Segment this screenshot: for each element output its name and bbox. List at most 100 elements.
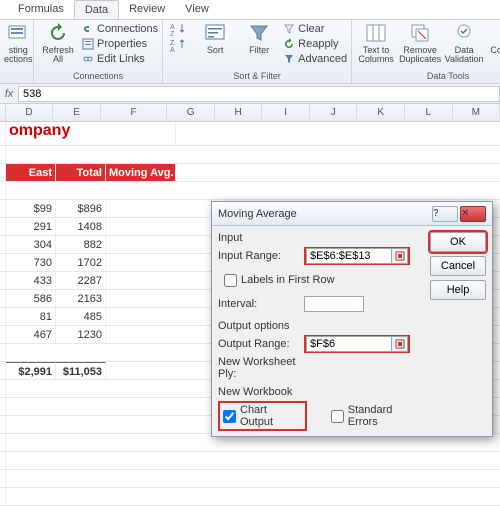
- data-cell[interactable]: 730: [6, 254, 56, 271]
- data-cell[interactable]: 882: [56, 236, 106, 253]
- header-east: East: [6, 164, 56, 181]
- ok-button[interactable]: OK: [430, 232, 486, 252]
- col-header[interactable]: I: [262, 104, 310, 121]
- data-cell[interactable]: 1702: [56, 254, 106, 271]
- refresh-label: Refresh All: [42, 46, 74, 64]
- help-button[interactable]: Help: [430, 280, 486, 300]
- dialog-titlebar[interactable]: Moving Average ? ✕: [212, 202, 492, 226]
- input-range-label: Input Range:: [218, 250, 300, 262]
- properties-button[interactable]: Properties: [82, 37, 158, 51]
- formula-input[interactable]: [18, 86, 500, 102]
- total-east[interactable]: $2,991: [6, 362, 56, 379]
- range-picker-icon: [395, 251, 405, 261]
- col-header[interactable]: L: [405, 104, 453, 121]
- moving-average-dialog: Moving Average ? ✕ Input Input Range: La…: [211, 201, 493, 437]
- standard-errors-checkbox[interactable]: [331, 410, 344, 423]
- sort-button[interactable]: Sort: [195, 22, 235, 55]
- help-icon-button[interactable]: ?: [432, 206, 458, 222]
- reapply-button[interactable]: Reapply: [283, 37, 347, 51]
- range-picker-button[interactable]: [392, 336, 408, 352]
- input-range-field[interactable]: [306, 248, 392, 264]
- data-cell[interactable]: 81: [6, 308, 56, 325]
- data-cell[interactable]: 467: [6, 326, 56, 343]
- remove-duplicates-button[interactable]: Remove Duplicates: [400, 22, 440, 64]
- ribbon: stingections Refresh All Connections Pro…: [0, 20, 500, 84]
- col-header[interactable]: E: [53, 104, 101, 121]
- chart-output-label: Chart Output: [240, 404, 302, 428]
- formula-bar: fx: [0, 84, 500, 104]
- connections-group-label: Connections: [38, 70, 158, 83]
- clear-button[interactable]: Clear: [283, 22, 347, 36]
- svg-text:A: A: [170, 47, 175, 52]
- text-to-columns-label: Text to Columns: [358, 46, 394, 64]
- edit-links-button[interactable]: Edit Links: [82, 52, 158, 66]
- col-header[interactable]: M: [453, 104, 500, 121]
- advanced-button[interactable]: Advanced: [283, 52, 347, 66]
- sort-icon: [204, 22, 226, 44]
- data-cell[interactable]: 586: [6, 290, 56, 307]
- refresh-all-button[interactable]: Refresh All: [38, 22, 78, 64]
- data-tools-group-label: Data Tools: [356, 70, 500, 83]
- existing-label: stingections: [4, 46, 33, 64]
- ribbon-tabs: Formulas Data Review View: [0, 0, 500, 20]
- labels-first-row-label: Labels in First Row: [241, 274, 335, 286]
- filter-button[interactable]: Filter: [239, 22, 279, 55]
- tab-review[interactable]: Review: [119, 0, 175, 19]
- col-header[interactable]: H: [215, 104, 263, 121]
- text-to-columns-button[interactable]: Text to Columns: [356, 22, 396, 64]
- output-section-label: Output options: [218, 320, 424, 332]
- column-headers: D E F G H I J K L M: [0, 104, 500, 122]
- clear-icon: [283, 23, 295, 35]
- existing-connections-button[interactable]: stingections: [4, 22, 33, 64]
- data-cell[interactable]: $99: [6, 200, 56, 217]
- output-range-label: Output Range:: [218, 338, 300, 350]
- col-header[interactable]: J: [310, 104, 358, 121]
- col-header[interactable]: D: [6, 104, 54, 121]
- data-cell[interactable]: 433: [6, 272, 56, 289]
- data-cell[interactable]: 485: [56, 308, 106, 325]
- sort-az-button[interactable]: AZ ZA: [167, 22, 191, 52]
- new-workbook-label: New Workbook: [218, 386, 300, 398]
- standard-errors-label: Standard Errors: [348, 404, 424, 428]
- consolidate-label: Consolidate: [490, 46, 500, 55]
- filter-icon: [248, 22, 270, 44]
- consolidate-button[interactable]: Consolidate: [488, 22, 500, 55]
- text-to-columns-icon: [365, 22, 387, 44]
- data-cell[interactable]: 291: [6, 218, 56, 235]
- col-header[interactable]: K: [357, 104, 405, 121]
- sheet-title: ompany: [6, 122, 176, 145]
- output-range-field[interactable]: [306, 336, 392, 352]
- cancel-button[interactable]: Cancel: [430, 256, 486, 276]
- close-icon: ✕: [461, 208, 485, 219]
- tab-view[interactable]: View: [175, 0, 219, 19]
- properties-icon: [82, 38, 94, 50]
- interval-field[interactable]: [304, 296, 364, 312]
- tab-formulas[interactable]: Formulas: [8, 0, 74, 19]
- data-cell[interactable]: 2287: [56, 272, 106, 289]
- data-cell[interactable]: 1230: [56, 326, 106, 343]
- tab-data[interactable]: Data: [74, 0, 119, 19]
- col-header[interactable]: G: [167, 104, 215, 121]
- new-ws-ply-label: New Worksheet Ply:: [218, 356, 300, 380]
- svg-text:A: A: [170, 24, 175, 31]
- data-cell[interactable]: $896: [56, 200, 106, 217]
- connections-button[interactable]: Connections: [82, 22, 158, 36]
- data-cell[interactable]: 1408: [56, 218, 106, 235]
- close-button[interactable]: ✕: [460, 206, 486, 222]
- data-cell[interactable]: 304: [6, 236, 56, 253]
- labels-first-row-checkbox[interactable]: [224, 274, 237, 287]
- filter-label: Filter: [249, 46, 269, 55]
- advanced-icon: [283, 53, 295, 65]
- reapply-icon: [283, 38, 295, 50]
- chart-output-checkbox[interactable]: [223, 410, 236, 423]
- data-cell[interactable]: 2163: [56, 290, 106, 307]
- data-validation-button[interactable]: Data Validation: [444, 22, 484, 64]
- input-section-label: Input: [218, 232, 424, 244]
- col-header[interactable]: F: [101, 104, 168, 121]
- total-total[interactable]: $11,053: [56, 362, 106, 379]
- fx-icon[interactable]: fx: [0, 88, 18, 100]
- dialog-title: Moving Average: [218, 208, 432, 220]
- range-picker-button[interactable]: [392, 248, 408, 264]
- range-picker-icon: [395, 339, 405, 349]
- existing-connections-icon: [7, 22, 29, 44]
